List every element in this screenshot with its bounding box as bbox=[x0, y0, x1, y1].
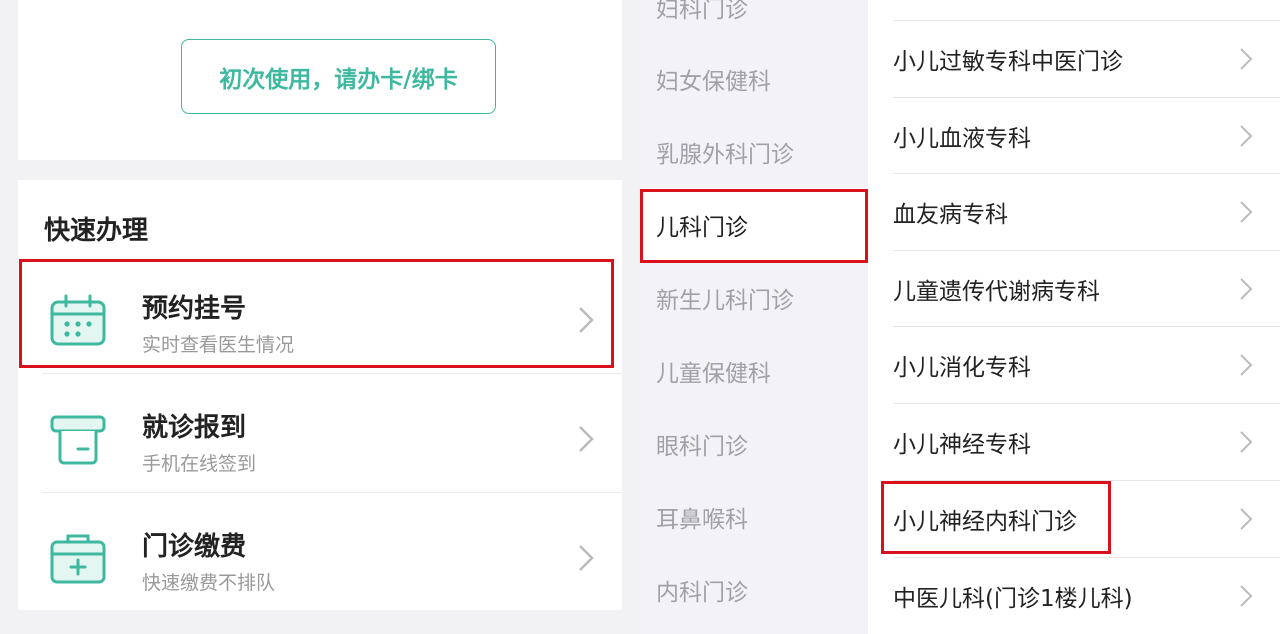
quick-item-title: 门诊缴费 bbox=[142, 532, 247, 562]
quick-item-appointment[interactable]: 预约挂号 实时查看医生情况 bbox=[18, 264, 622, 376]
department-list: 小儿过敏专科中医门诊 小儿血液专科 血友病专科 儿童遗传代谢病专科 小儿消化专科… bbox=[868, 0, 1280, 634]
chevron-right-icon bbox=[1240, 48, 1253, 70]
department-label: 血友病专科 bbox=[893, 201, 1008, 228]
quick-actions-card: 快速办理 预约挂号 实时查看医生情况 就诊报到 手机在线签到 门诊缴费 快速缴费… bbox=[18, 180, 622, 610]
category-item[interactable]: 内科门诊 bbox=[640, 553, 868, 626]
category-item[interactable]: 耳鼻喉科 bbox=[640, 480, 868, 553]
chevron-right-icon bbox=[1240, 354, 1253, 376]
category-item[interactable]: 乳腺外科门诊 bbox=[640, 115, 868, 188]
department-label: 小儿神经内科门诊 bbox=[893, 508, 1077, 535]
category-item[interactable]: 妇科门诊 bbox=[640, 0, 868, 43]
chevron-right-icon bbox=[1240, 278, 1253, 300]
divider bbox=[42, 373, 622, 374]
category-item[interactable]: 儿童保健科 bbox=[640, 334, 868, 407]
quick-item-payment[interactable]: 门诊缴费 快速缴费不排队 bbox=[18, 502, 622, 614]
department-label: 小儿消化专科 bbox=[893, 354, 1031, 381]
chevron-right-icon bbox=[579, 426, 594, 452]
chevron-right-icon bbox=[1240, 508, 1253, 530]
chevron-right-icon bbox=[579, 545, 594, 571]
quick-item-subtitle: 实时查看医生情况 bbox=[142, 334, 295, 356]
payment-box-icon bbox=[50, 534, 106, 584]
department-item[interactable]: 小儿神经专科 bbox=[893, 403, 1280, 479]
department-label: 儿童遗传代谢病专科 bbox=[893, 278, 1100, 305]
chevron-right-icon bbox=[1240, 125, 1253, 147]
divider bbox=[42, 492, 622, 493]
department-label: 小儿神经专科 bbox=[893, 431, 1031, 458]
department-item[interactable]: 小儿神经内科门诊 bbox=[893, 480, 1280, 556]
left-panel: 初次使用，请办卡/绑卡 快速办理 预约挂号 实时查看医生情况 就诊报到 手机在线… bbox=[0, 0, 640, 634]
quick-actions-title: 快速办理 bbox=[44, 216, 149, 246]
department-item[interactable]: 小儿血液专科 bbox=[893, 97, 1280, 173]
quick-item-title: 就诊报到 bbox=[142, 413, 247, 443]
department-item[interactable]: 中医儿科(门诊1楼儿科) bbox=[893, 557, 1280, 633]
category-item[interactable]: 妇女保健科 bbox=[640, 42, 868, 115]
bind-card-section: 初次使用，请办卡/绑卡 bbox=[18, 0, 622, 160]
department-label: 中医儿科(门诊1楼儿科) bbox=[893, 585, 1133, 612]
chevron-right-icon bbox=[579, 307, 594, 333]
department-item[interactable]: 小儿过敏专科中医门诊 bbox=[893, 20, 1280, 96]
calendar-icon bbox=[50, 294, 106, 346]
category-list: 妇科门诊 妇女保健科 乳腺外科门诊 儿科门诊 新生儿科门诊 儿童保健科 眼科门诊… bbox=[640, 0, 868, 634]
department-item[interactable]: 小儿消化专科 bbox=[893, 326, 1280, 402]
department-item[interactable]: 儿童遗传代谢病专科 bbox=[893, 250, 1280, 326]
chevron-right-icon bbox=[1240, 585, 1253, 607]
quick-item-subtitle: 快速缴费不排队 bbox=[142, 572, 276, 594]
quick-item-subtitle: 手机在线签到 bbox=[142, 453, 257, 475]
quick-item-checkin[interactable]: 就诊报到 手机在线签到 bbox=[18, 383, 622, 495]
department-label: 小儿血液专科 bbox=[893, 125, 1031, 152]
checkin-icon bbox=[50, 415, 106, 465]
category-item-active[interactable]: 儿科门诊 bbox=[640, 188, 868, 261]
category-item[interactable]: 眼科门诊 bbox=[640, 407, 868, 480]
chevron-right-icon bbox=[1240, 431, 1253, 453]
quick-item-title: 预约挂号 bbox=[142, 294, 247, 324]
category-item[interactable]: 新生儿科门诊 bbox=[640, 261, 868, 334]
department-item[interactable]: 血友病专科 bbox=[893, 173, 1280, 249]
department-label: 小儿过敏专科中医门诊 bbox=[893, 48, 1123, 75]
bind-card-button[interactable]: 初次使用，请办卡/绑卡 bbox=[181, 39, 496, 114]
chevron-right-icon bbox=[1240, 201, 1253, 223]
